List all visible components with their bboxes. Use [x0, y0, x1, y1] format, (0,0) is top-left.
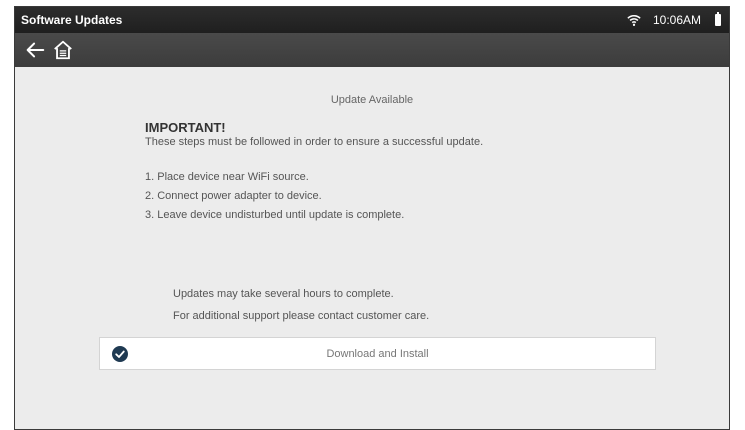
list-item: 2. Connect power adapter to device.: [145, 190, 322, 202]
home-button[interactable]: [49, 36, 77, 64]
steps-list: 1. Place device near WiFi source. 2. Con…: [145, 168, 404, 225]
duration-note: Updates may take several hours to comple…: [173, 288, 394, 300]
list-item: 3. Leave device undisturbed until update…: [145, 209, 405, 221]
page-heading: Update Available: [330, 94, 414, 106]
support-note: For additional support please contact cu…: [173, 310, 430, 322]
main-content: Update Available IMPORTANT! These steps …: [15, 67, 729, 429]
install-label: Download and Install: [326, 347, 429, 360]
download-install-button[interactable]: Download and Install: [99, 337, 656, 370]
back-arrow-icon: [26, 42, 45, 58]
important-title: IMPORTANT!: [145, 120, 226, 135]
home-icon: [54, 40, 72, 60]
battery-icon: [715, 12, 721, 26]
device-screen: Software Updates 10:06AM Update Availabl…: [14, 6, 730, 430]
app-title: Software Updates: [21, 13, 123, 27]
wifi-icon: [627, 13, 641, 27]
important-text: These steps must be followed in order to…: [145, 136, 484, 148]
clock: 10:06AM: [652, 13, 701, 27]
toolbar: [15, 33, 729, 67]
check-circle-icon: [112, 346, 128, 362]
back-button[interactable]: [21, 36, 49, 64]
status-bar: Software Updates 10:06AM: [15, 7, 729, 33]
list-item: 1. Place device near WiFi source.: [145, 171, 309, 183]
